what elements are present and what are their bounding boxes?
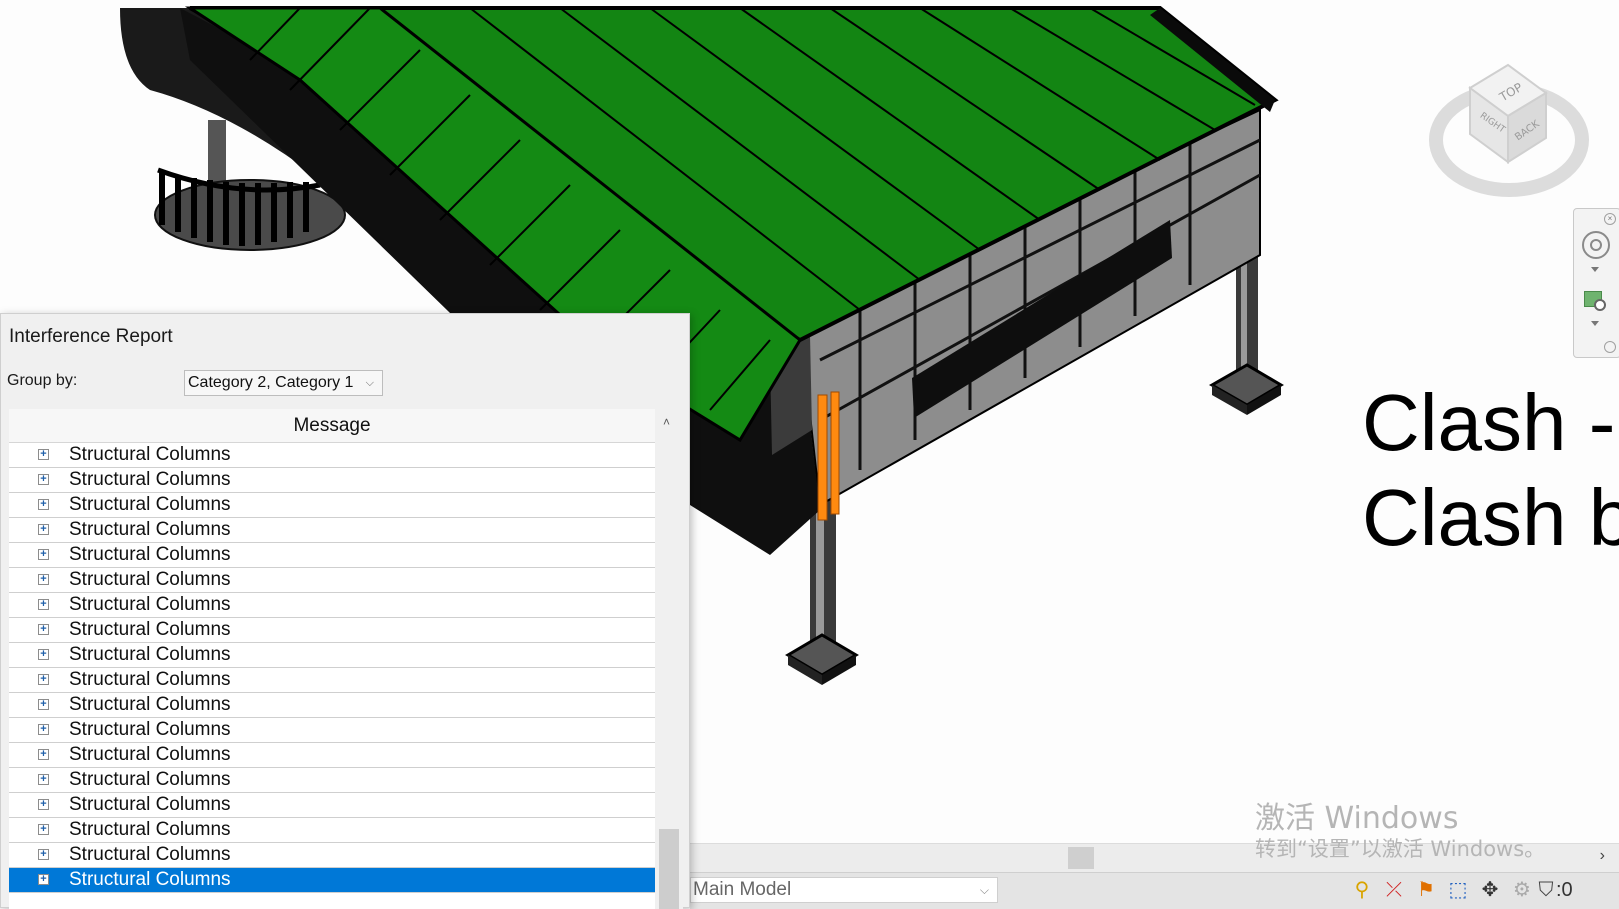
plus-box-icon[interactable]: + (38, 499, 49, 510)
steering-wheel-icon[interactable] (1582, 231, 1610, 259)
table-row[interactable]: + Structural Columns (9, 468, 655, 493)
table-row[interactable]: + Structural Columns (9, 668, 655, 693)
table-header: Message (9, 409, 655, 443)
column-header-message[interactable]: Message (9, 409, 655, 442)
table-row[interactable]: + Structural Columns (9, 618, 655, 643)
chevron-down-icon: ⌵ (365, 377, 374, 389)
activation-watermark-title: 激活 Windows (1255, 801, 1459, 836)
plus-box-icon[interactable]: + (38, 474, 49, 485)
row-label: Structural Columns (69, 769, 231, 790)
filter-icon[interactable]: ⛉ (1534, 878, 1558, 902)
table-row[interactable]: + Structural Columns (9, 543, 655, 568)
interference-table: Message + Structural Columns + Structural C… (9, 409, 655, 909)
table-row[interactable]: + Structural Columns (9, 768, 655, 793)
row-label: Structural Columns (69, 819, 231, 840)
table-rows: + Structural Columns + Structural Columns + S… (9, 443, 655, 893)
group-by-label: Group by: (7, 372, 78, 389)
row-label: Structural Columns (69, 494, 231, 515)
table-row[interactable]: + Structural Columns (9, 868, 655, 893)
table-row[interactable]: + Structural Columns (9, 793, 655, 818)
select-links-icon[interactable]: ⚲ (1350, 878, 1374, 902)
plus-box-icon[interactable]: + (38, 874, 49, 885)
table-row[interactable]: + Structural Columns (9, 693, 655, 718)
chevron-right-icon[interactable]: › (1600, 847, 1605, 865)
active-model-label: Main Model (693, 879, 792, 900)
scrollbar-thumb[interactable] (659, 829, 679, 909)
table-row[interactable]: + Structural Columns (9, 743, 655, 768)
chevron-down-icon[interactable] (1591, 267, 1599, 272)
plus-box-icon[interactable]: + (38, 749, 49, 760)
row-label: Structural Columns (69, 644, 231, 665)
plus-box-icon[interactable]: + (38, 449, 49, 460)
select-underlay-icon[interactable]: ⤫ (1382, 878, 1406, 902)
row-label: Structural Columns (69, 519, 231, 540)
drag-on-selection-icon[interactable]: ✥ (1478, 878, 1502, 902)
table-row[interactable]: + Structural Columns (9, 818, 655, 843)
plus-box-icon[interactable]: + (38, 574, 49, 585)
chevron-down-icon[interactable] (1591, 321, 1599, 326)
select-by-face-icon[interactable]: ⬚ (1446, 878, 1470, 902)
row-label: Structural Columns (69, 444, 231, 465)
plus-box-icon[interactable]: + (38, 824, 49, 835)
table-row[interactable]: + Structural Columns (9, 718, 655, 743)
status-bar: Main Model ⌵ ⚲ ⤫ ⚑ ⬚ ✥ ⚙ ⛉ :0 (690, 872, 1619, 909)
table-row[interactable]: + Structural Columns (9, 518, 655, 543)
table-row[interactable]: + Structural Columns (9, 493, 655, 518)
row-label: Structural Columns (69, 844, 231, 865)
chevron-down-icon: ⌵ (979, 883, 989, 897)
row-label: Structural Columns (69, 594, 231, 615)
activation-watermark-subtitle: 转到“设置”以激活 Windows。 (1255, 837, 1546, 861)
close-icon[interactable]: × (1604, 213, 1616, 225)
vertical-scrollbar[interactable]: ˄ (655, 409, 683, 909)
group-by-value: Category 2, Category 1 (188, 374, 354, 391)
row-label: Structural Columns (69, 869, 231, 890)
row-label: Structural Columns (69, 469, 231, 490)
plus-box-icon[interactable]: + (38, 524, 49, 535)
navigation-bar: × (1573, 208, 1619, 358)
plus-box-icon[interactable]: + (38, 849, 49, 860)
chevron-up-icon[interactable]: ˄ (663, 415, 670, 429)
interference-report-dialog: Interference Report Group by: Category 2… (0, 313, 690, 909)
plus-box-icon[interactable]: + (38, 549, 49, 560)
slide-title-line-2: Clash b (1362, 473, 1619, 562)
table-row[interactable]: + Structural Columns (9, 843, 655, 868)
plus-box-icon[interactable]: + (38, 724, 49, 735)
dialog-title: Interference Report (9, 326, 173, 347)
table-row[interactable]: + Structural Columns (9, 593, 655, 618)
plus-box-icon[interactable]: + (38, 799, 49, 810)
row-label: Structural Columns (69, 544, 231, 565)
plus-box-icon[interactable]: + (38, 674, 49, 685)
scrollbar-thumb[interactable] (1068, 847, 1094, 869)
plus-box-icon[interactable]: + (38, 599, 49, 610)
table-row[interactable]: + Structural Columns (9, 568, 655, 593)
table-row[interactable]: + Structural Columns (9, 443, 655, 468)
row-label: Structural Columns (69, 669, 231, 690)
row-label: Structural Columns (69, 619, 231, 640)
zoom-region-icon[interactable] (1584, 291, 1606, 311)
select-pinned-icon[interactable]: ⚑ (1414, 878, 1438, 902)
slide-title-line-1: Clash - (1362, 378, 1616, 467)
background-process-icon[interactable]: ⚙ (1510, 878, 1534, 902)
filter-count: :0 (1556, 879, 1573, 901)
row-label: Structural Columns (69, 744, 231, 765)
row-label: Structural Columns (69, 719, 231, 740)
gear-icon[interactable] (1604, 341, 1616, 353)
row-label: Structural Columns (69, 794, 231, 815)
table-row[interactable]: + Structural Columns (9, 643, 655, 668)
row-label: Structural Columns (69, 569, 231, 590)
plus-box-icon[interactable]: + (38, 699, 49, 710)
viewcube[interactable]: TOP RIGHT BACK (1429, 63, 1589, 197)
plus-box-icon[interactable]: + (38, 624, 49, 635)
row-label: Structural Columns (69, 694, 231, 715)
group-by-select[interactable]: Category 2, Category 1 ⌵ (184, 370, 383, 396)
plus-box-icon[interactable]: + (38, 774, 49, 785)
plus-box-icon[interactable]: + (38, 649, 49, 660)
active-model-select[interactable]: Main Model ⌵ (690, 877, 998, 903)
